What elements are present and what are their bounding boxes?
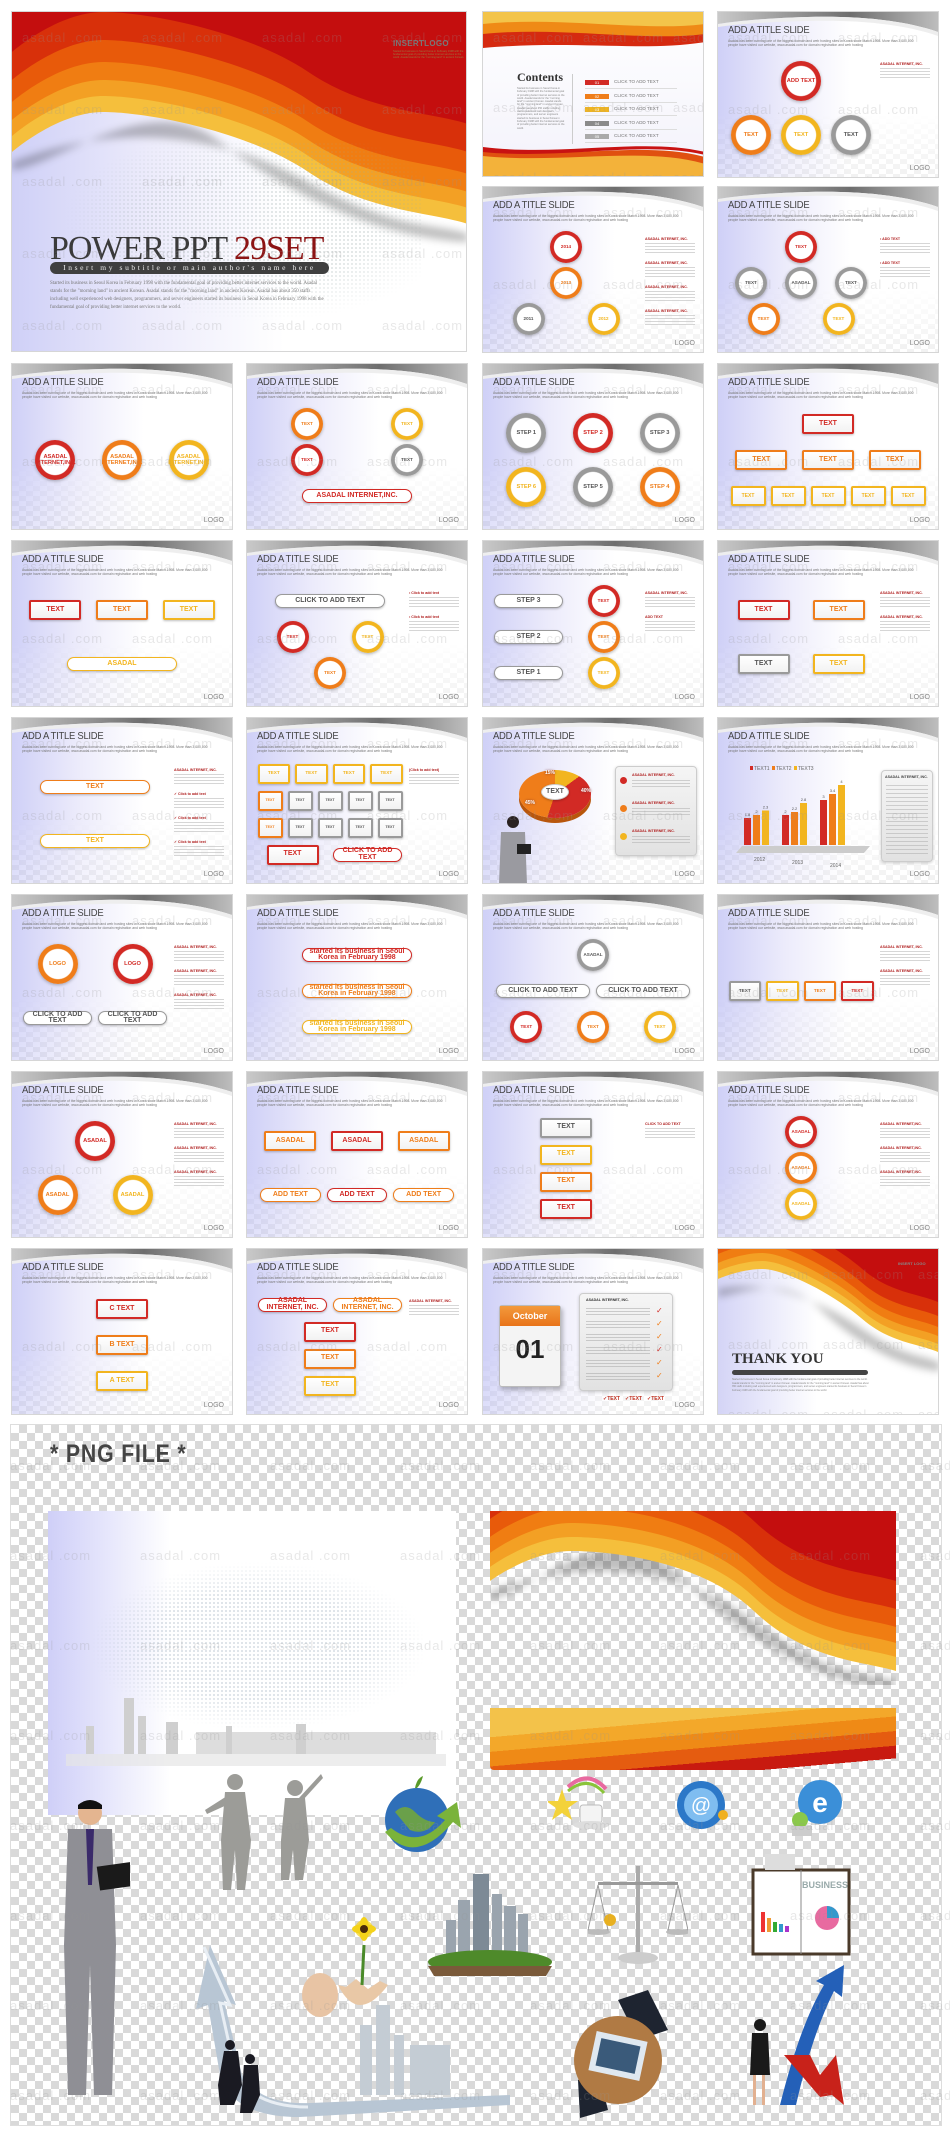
email-icon: @ bbox=[677, 1781, 728, 1829]
watermark: asadal .com bbox=[790, 1458, 872, 1473]
businessman-laptop bbox=[64, 1800, 130, 2095]
watermark: asadal .com bbox=[140, 1908, 222, 1923]
globe-arrow bbox=[385, 1776, 461, 1852]
watermark: asadal .com bbox=[920, 1548, 950, 1563]
watermark: asadal .com bbox=[140, 1458, 222, 1473]
watermark: asadal .com bbox=[920, 1908, 950, 1923]
balance-scale bbox=[588, 1866, 688, 1964]
internet-explorer-icon: e bbox=[792, 1780, 842, 1836]
watermark: asadal .com bbox=[920, 1998, 950, 2013]
watermark: asadal .com bbox=[10, 1458, 92, 1473]
watermark: asadal .com bbox=[920, 1458, 950, 1473]
silhouette-people bbox=[205, 1774, 323, 1890]
watermark: asadal .com bbox=[530, 1458, 612, 1473]
svg-text:e: e bbox=[812, 1787, 828, 1818]
orange-wave-top bbox=[490, 1511, 896, 1685]
city-skyline bbox=[66, 1698, 446, 1766]
png-assets: @ e BUSINESS asadal .com asadal .com asada… bbox=[0, 0, 950, 2134]
watermark: asadal .com bbox=[920, 2088, 950, 2103]
svg-text:BUSINESS: BUSINESS bbox=[802, 1880, 848, 1890]
woman-arrow-chart bbox=[750, 1965, 844, 2105]
watermark: asadal .com bbox=[270, 1458, 352, 1473]
watermark: asadal .com bbox=[920, 1638, 950, 1653]
watermark: asadal .com bbox=[920, 1728, 950, 1743]
orange-wave-band bbox=[490, 1708, 896, 1770]
egg-flower bbox=[302, 1917, 388, 2017]
watermark: asadal .com bbox=[400, 1458, 482, 1473]
star-cup-icon bbox=[548, 1776, 609, 1829]
watermark: asadal .com bbox=[920, 1818, 950, 1833]
watermark: asadal .com bbox=[660, 1458, 742, 1473]
watch-photo bbox=[574, 1990, 668, 2118]
png-wave-graphic bbox=[490, 1511, 896, 1685]
svg-text:@: @ bbox=[691, 1795, 711, 1817]
business-notebook: BUSINESS bbox=[751, 1854, 851, 1956]
